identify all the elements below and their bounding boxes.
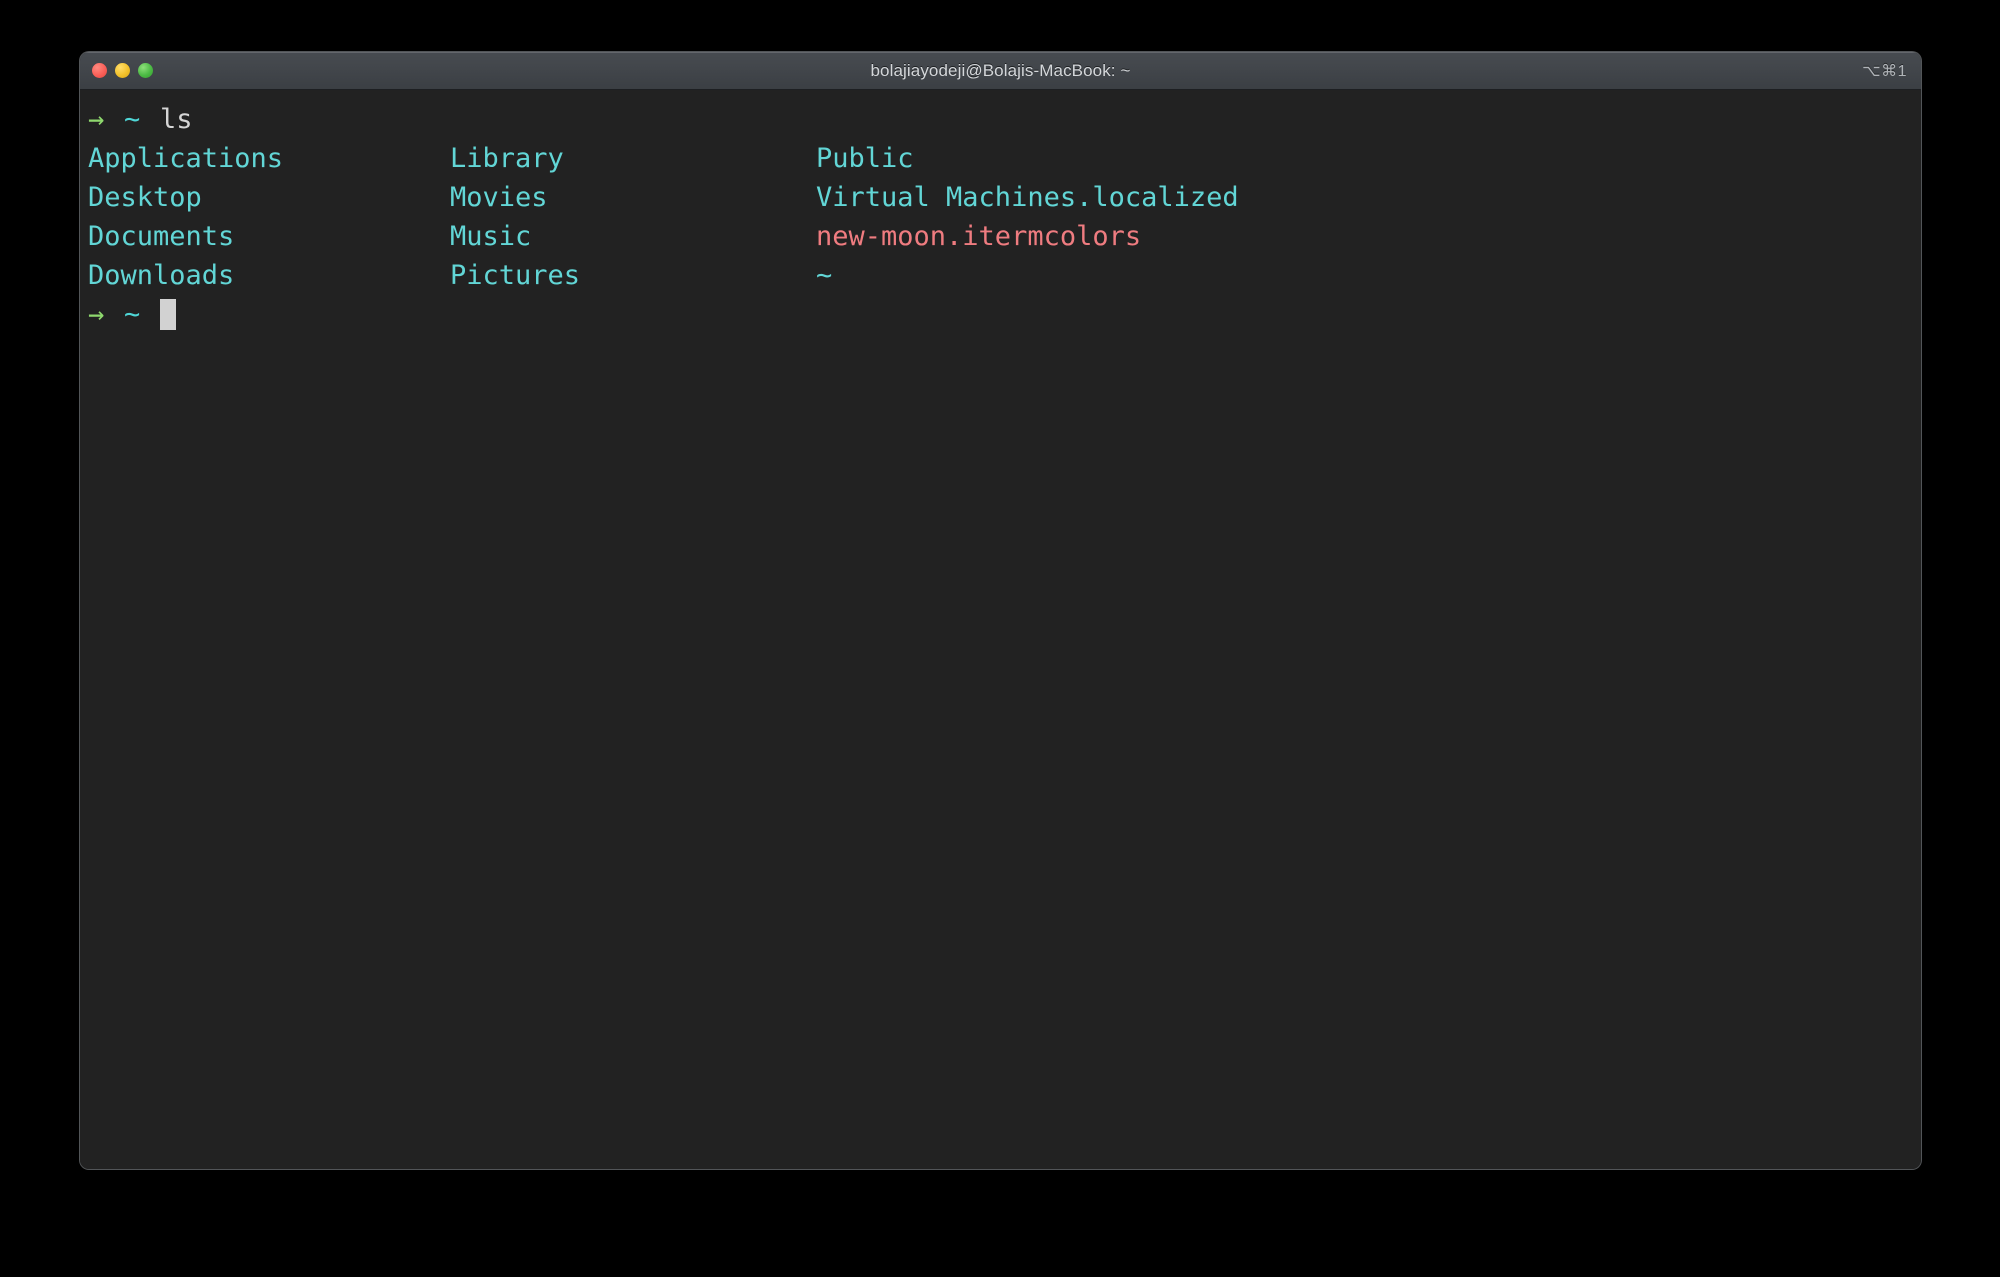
close-window-button[interactable] (92, 63, 107, 78)
text-cursor[interactable] (160, 299, 176, 330)
ls-entry-column2[interactable]: Library (450, 139, 564, 178)
terminal-output-area[interactable]: → ~ ls Applications Library Public Deskt… (80, 90, 1921, 1169)
ls-entry-column2[interactable]: Movies (450, 178, 548, 217)
ls-entry-column1[interactable]: Applications (88, 139, 283, 178)
ls-output-row: Desktop Movies Virtual Machines.localize… (80, 178, 1921, 217)
window-title: bolajiayodeji@Bolajis-MacBook: ~ (870, 60, 1131, 80)
ls-output-row: Downloads Pictures ~ (80, 256, 1921, 295)
prompt-line-active[interactable]: → ~ (80, 295, 1921, 334)
ls-entry-column3[interactable]: Virtual Machines.localized (816, 178, 1239, 217)
zoom-window-button[interactable] (138, 63, 153, 78)
ls-entry-column2[interactable]: Music (450, 217, 531, 256)
ls-entry-column1[interactable]: Downloads (88, 256, 234, 295)
ls-entry-column2[interactable]: Pictures (450, 256, 580, 295)
typed-command: ls (160, 104, 193, 135)
prompt-line-command: → ~ ls (80, 100, 1921, 139)
keyboard-shortcut-badge: ⌥⌘1 (1862, 62, 1907, 80)
window-traffic-lights (92, 52, 153, 89)
window-title-bar[interactable]: bolajiayodeji@Bolajis-MacBook: ~ ⌥⌘1 (80, 52, 1921, 90)
terminal-window[interactable]: bolajiayodeji@Bolajis-MacBook: ~ ⌥⌘1 → ~… (80, 52, 1921, 1169)
ls-output-row: Applications Library Public (80, 139, 1921, 178)
ls-entry-column3[interactable]: new-moon.itermcolors (816, 217, 1141, 256)
ls-entry-column3[interactable]: Public (816, 139, 914, 178)
ls-output-row: Documents Music new-moon.itermcolors (80, 217, 1921, 256)
prompt-path: ~ (124, 299, 141, 330)
prompt-arrow-icon: → (88, 299, 105, 330)
minimize-window-button[interactable] (115, 63, 130, 78)
prompt-path: ~ (124, 104, 141, 135)
ls-entry-column3[interactable]: ~ (816, 256, 832, 295)
ls-entry-column1[interactable]: Documents (88, 217, 234, 256)
prompt-arrow-icon: → (88, 104, 105, 135)
ls-entry-column1[interactable]: Desktop (88, 178, 202, 217)
